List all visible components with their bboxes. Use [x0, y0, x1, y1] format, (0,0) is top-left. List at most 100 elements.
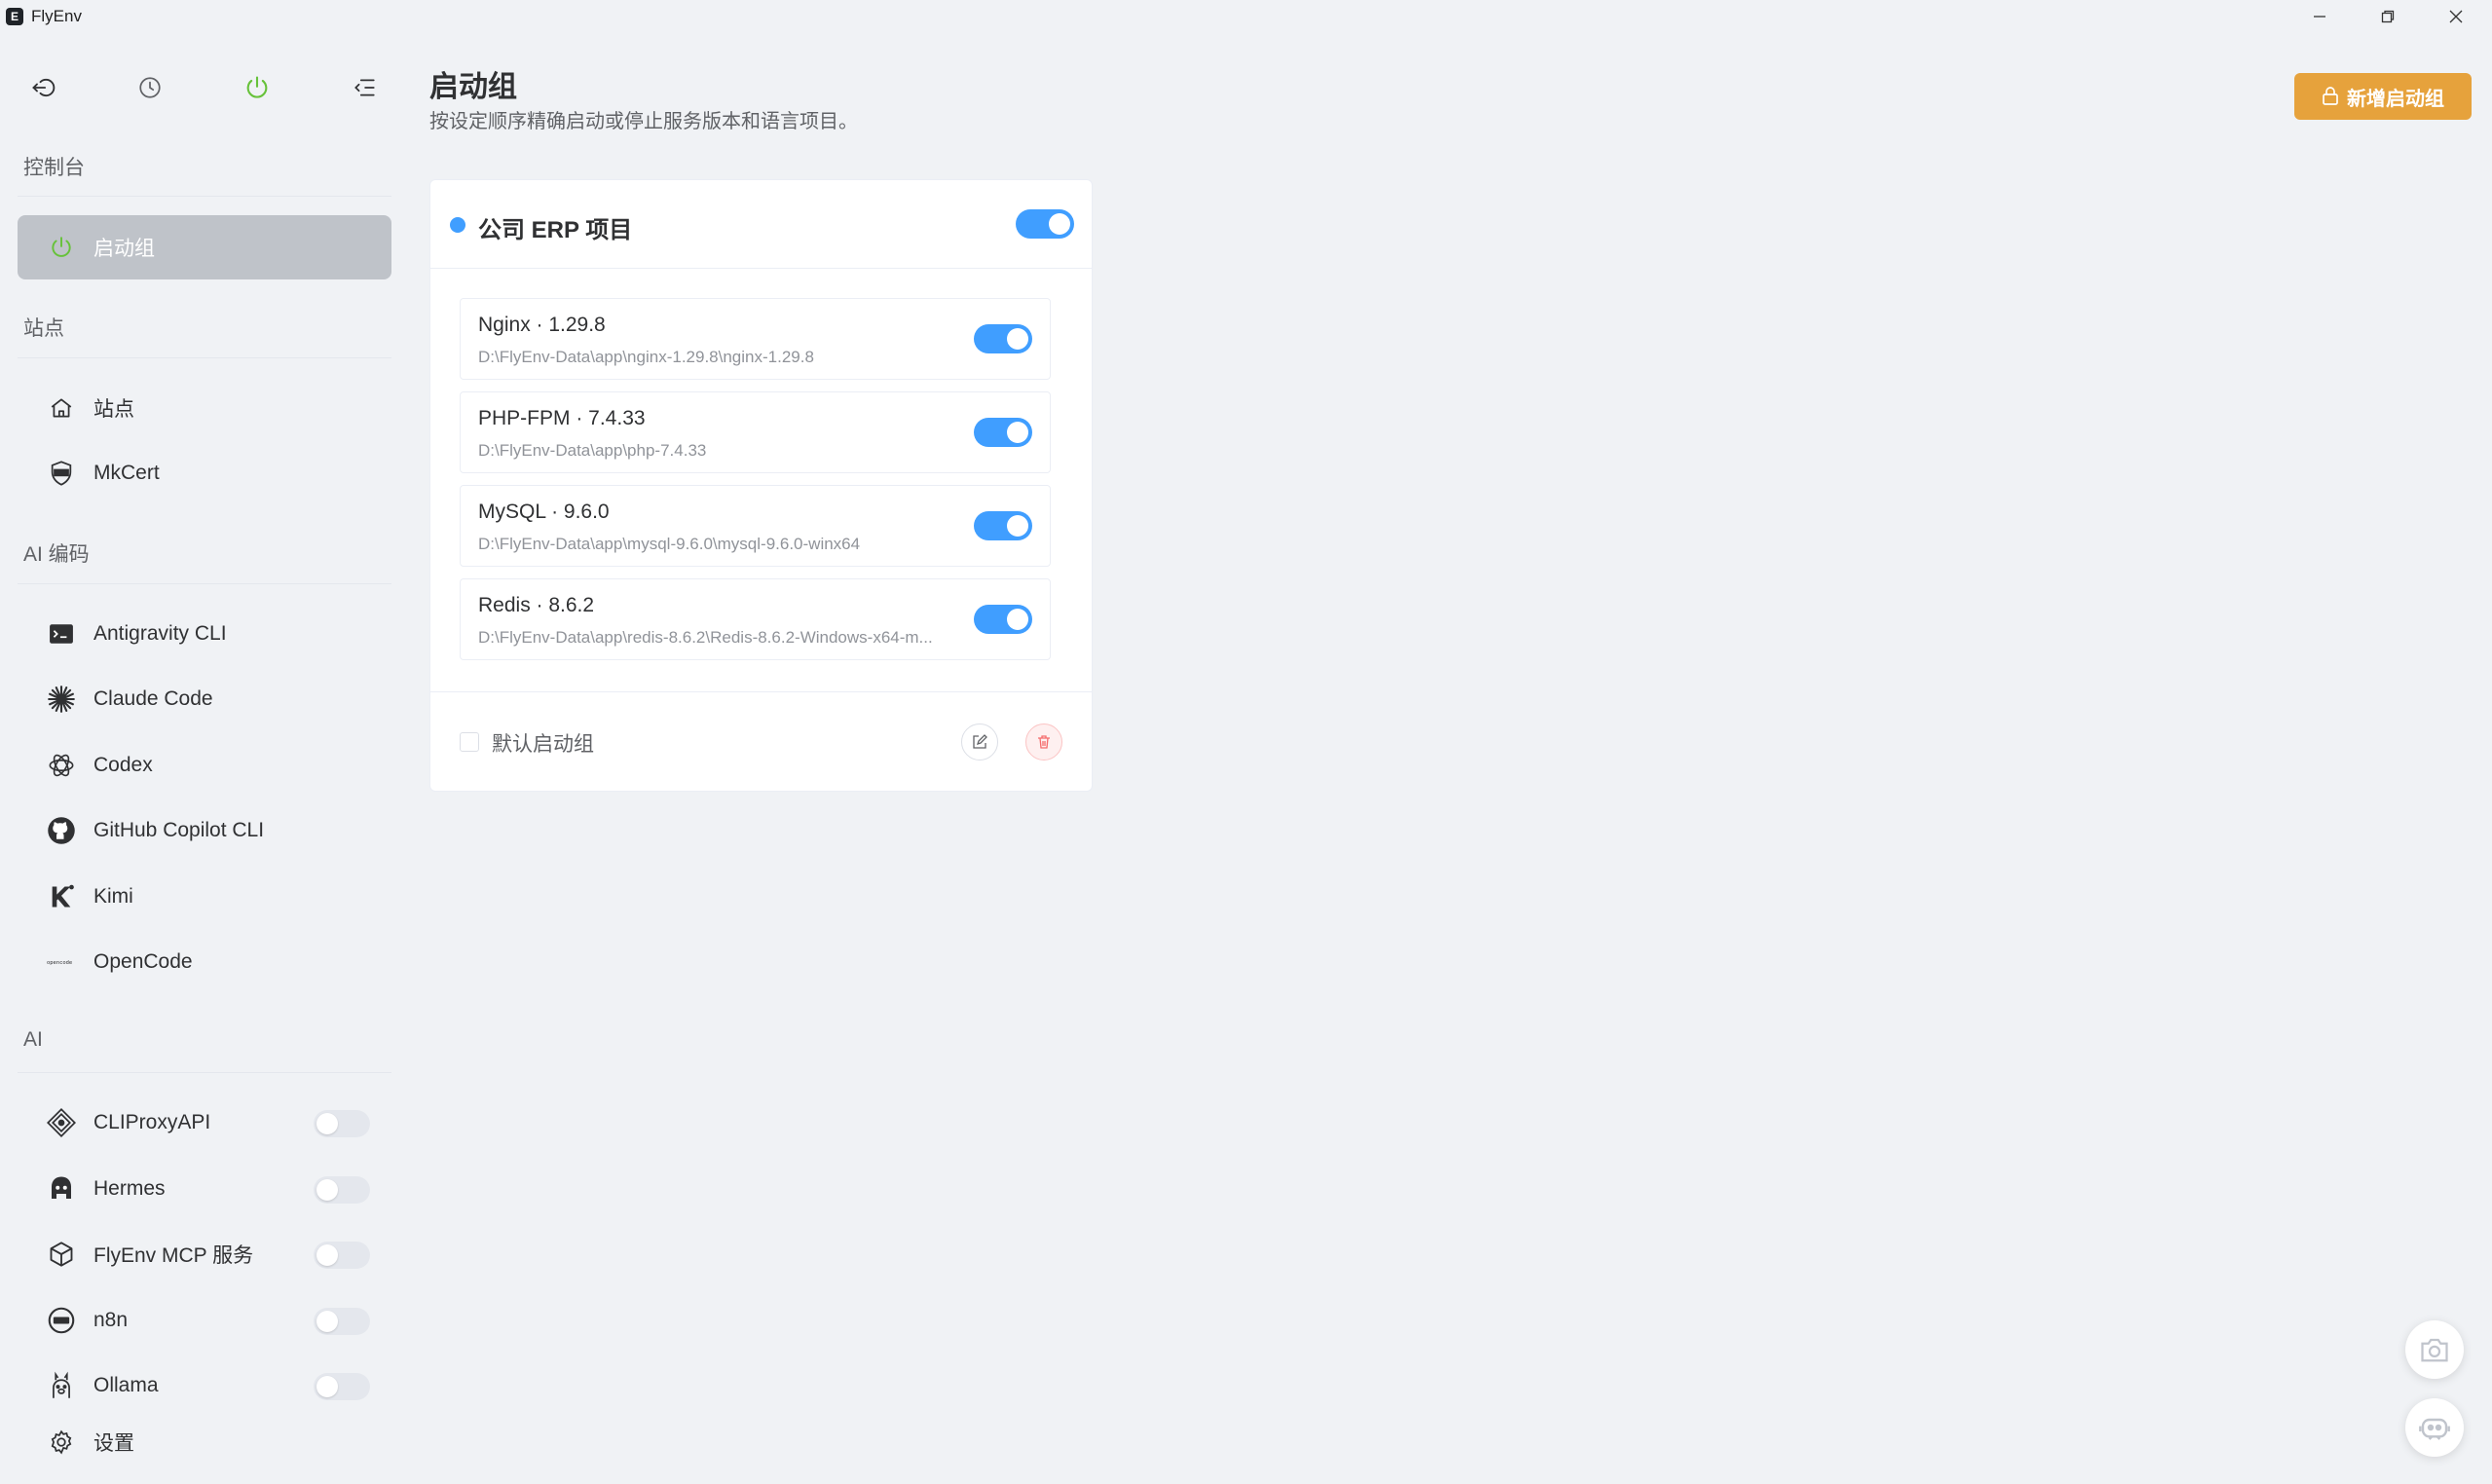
group-enable-toggle[interactable] [1016, 209, 1074, 239]
sidebar-item-hermes[interactable]: Hermes [18, 1157, 391, 1221]
power-icon [246, 76, 268, 98]
cliproxyapi-toggle[interactable] [314, 1110, 370, 1137]
ollama-toggle[interactable] [314, 1373, 370, 1400]
sidebar-item-label: 启动组 [93, 238, 155, 260]
robot-icon [2419, 1418, 2450, 1440]
sidebar-item-cliproxyapi[interactable]: CLIProxyAPI [18, 1091, 391, 1155]
card-footer: 默认启动组 [430, 691, 1092, 792]
hermes-icon [47, 1174, 76, 1204]
camera-icon [2421, 1338, 2448, 1362]
close-button[interactable] [2423, 0, 2489, 33]
sidebar-top-icons [0, 70, 409, 117]
default-group-checkbox[interactable] [460, 732, 479, 752]
flyenv-mcp-toggle[interactable] [314, 1242, 370, 1269]
diamond-icon [47, 1108, 76, 1137]
minimize-button[interactable] [2287, 0, 2353, 33]
sidebar-item-mkcert[interactable]: MkCert [18, 441, 391, 505]
history-button[interactable] [132, 70, 167, 105]
add-startup-group-button[interactable]: 新增启动组 [2294, 73, 2472, 120]
sidebar-item-label: Hermes [93, 1177, 166, 1200]
title-bar: E FlyEnv [0, 0, 2492, 33]
service-name: PHP-FPM · 7.4.33 [478, 407, 646, 429]
section-title-ai: AI [23, 1028, 43, 1051]
collapse-menu-button[interactable] [347, 70, 382, 105]
section-title-ai-coding: AI 编码 [23, 543, 90, 566]
hermes-toggle[interactable] [314, 1176, 370, 1204]
group-status-dot [450, 217, 465, 233]
claude-starburst-icon [47, 685, 76, 714]
sidebar-item-claude-code[interactable]: Claude Code [18, 667, 391, 731]
sidebar-item-label: 设置 [93, 1432, 134, 1455]
terminal-icon [47, 619, 76, 649]
sidebar-item-label: n8n [93, 1309, 129, 1331]
service-name: Nginx · 1.29.8 [478, 314, 606, 336]
section-divider [18, 1072, 391, 1073]
sidebar-item-kimi[interactable]: Kimi [18, 865, 391, 929]
service-toggle-nginx[interactable] [974, 324, 1032, 353]
default-group-label: 默认启动组 [492, 733, 594, 756]
assistant-button[interactable] [2405, 1398, 2464, 1457]
service-item-redis: Redis · 8.6.2 D:\FlyEnv-Data\app\redis-8… [460, 578, 1051, 660]
login-button[interactable] [26, 70, 61, 105]
opencode-logo-icon: opencode [47, 947, 76, 977]
service-path: D:\FlyEnv-Data\app\nginx-1.29.8\nginx-1.… [478, 348, 814, 366]
login-icon [32, 78, 56, 97]
service-toggle-redis[interactable] [974, 605, 1032, 634]
kimi-icon [47, 882, 76, 911]
sidebar-item-opencode[interactable]: opencode OpenCode [18, 930, 391, 994]
section-divider [18, 583, 391, 584]
svg-text:opencode: opencode [47, 960, 72, 966]
sidebar: 控制台 启动组 站点 站点 MkCert AI 编码 Antigravity C… [0, 33, 409, 1484]
edit-icon [973, 734, 987, 749]
sidebar-item-label: 站点 [93, 398, 134, 421]
page-subtitle: 按设定顺序精确启动或停止服务版本和语言项目。 [429, 111, 858, 132]
startup-group-card: 公司 ERP 项目 Nginx · 1.29.8 D:\FlyEnv-Data\… [429, 179, 1093, 792]
trash-icon [1038, 735, 1050, 749]
sidebar-item-settings[interactable]: 设置 [18, 1410, 391, 1474]
service-path: D:\FlyEnv-Data\app\redis-8.6.2\Redis-8.6… [478, 628, 933, 647]
sidebar-item-antigravity-cli[interactable]: Antigravity CLI [18, 602, 391, 666]
sidebar-item-ollama[interactable]: Ollama [18, 1354, 391, 1418]
service-toggle-mysql[interactable] [974, 511, 1032, 540]
lock-icon [2323, 87, 2338, 105]
sidebar-item-label: Codex [93, 754, 153, 776]
n8n-icon [47, 1306, 76, 1335]
startup-group-button[interactable] [240, 70, 275, 105]
power-icon [47, 233, 76, 262]
service-path: D:\FlyEnv-Data\app\php-7.4.33 [478, 441, 707, 460]
menu-collapse-icon [354, 79, 375, 96]
sidebar-item-flyenv-mcp[interactable]: FlyEnv MCP 服务 [18, 1222, 391, 1286]
delete-group-button[interactable] [1025, 723, 1062, 761]
page-title: 启动组 [429, 71, 517, 103]
sidebar-item-n8n[interactable]: n8n [18, 1288, 391, 1353]
cube-icon [47, 1240, 76, 1269]
service-name: MySQL · 9.6.0 [478, 501, 610, 523]
minimize-icon [2314, 16, 2325, 18]
sidebar-item-github-copilot-cli[interactable]: GitHub Copilot CLI [18, 798, 391, 863]
sidebar-item-sites[interactable]: 站点 [18, 376, 391, 440]
screenshot-button[interactable] [2405, 1320, 2464, 1379]
sidebar-item-label: Kimi [93, 885, 133, 908]
add-startup-group-label: 新增启动组 [2347, 88, 2444, 110]
section-divider [18, 357, 391, 358]
sidebar-item-label: OpenCode [93, 950, 193, 973]
ssl-shield-icon [47, 459, 76, 488]
clock-icon [139, 77, 161, 98]
sidebar-item-label: MkCert [93, 462, 160, 484]
service-item-mysql: MySQL · 9.6.0 D:\FlyEnv-Data\app\mysql-9… [460, 485, 1051, 567]
app-title: FlyEnv [31, 7, 82, 25]
n8n-toggle[interactable] [314, 1308, 370, 1335]
app-logo-icon: E [6, 8, 23, 25]
restore-button[interactable] [2355, 0, 2421, 33]
close-icon [2449, 10, 2463, 23]
sidebar-item-startup-group[interactable]: 启动组 [18, 215, 391, 279]
service-name: Redis · 8.6.2 [478, 594, 595, 616]
sidebar-item-label: CLIProxyAPI [93, 1111, 211, 1133]
section-title-console: 控制台 [23, 157, 85, 179]
openai-icon [47, 751, 76, 780]
sidebar-item-codex[interactable]: Codex [18, 733, 391, 798]
card-header: 公司 ERP 项目 [430, 180, 1092, 269]
service-toggle-php-fpm[interactable] [974, 418, 1032, 447]
service-item-php-fpm: PHP-FPM · 7.4.33 D:\FlyEnv-Data\app\php-… [460, 391, 1051, 473]
edit-group-button[interactable] [961, 723, 998, 761]
